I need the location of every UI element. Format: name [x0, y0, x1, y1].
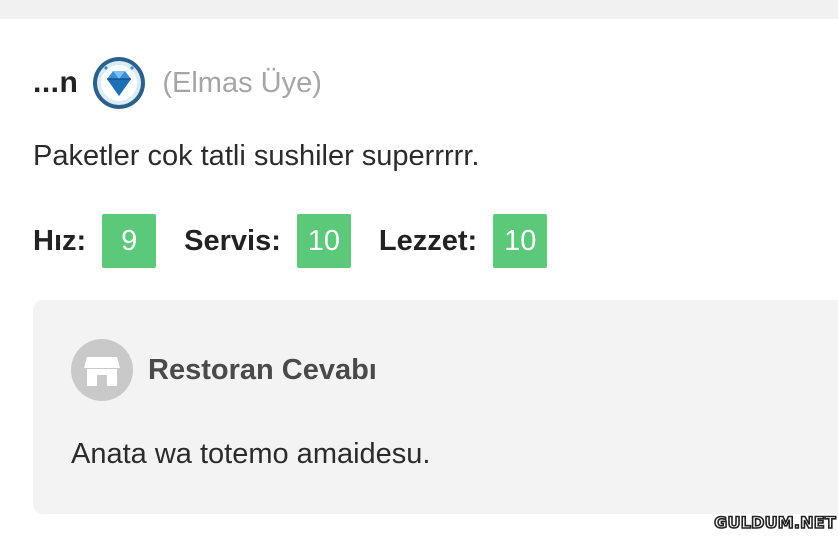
diamond-icon — [93, 57, 146, 109]
watermark-logo: GULDUM.NET — [713, 512, 836, 533]
reply-title: Restoran Cevabı — [148, 353, 377, 386]
review-comment: Paketler cok tatli sushiler superrrrr. — [33, 140, 480, 172]
rating-speed: Hız: 9 — [33, 214, 157, 268]
top-divider-strip — [0, 0, 838, 19]
restaurant-reply-box: Restoran Cevabı Anata wa totemo amaidesu… — [33, 300, 838, 514]
review-header: ...n (Elmas Üye) — [33, 56, 322, 110]
reply-text: Anata wa totemo amaidesu. — [71, 438, 431, 470]
ratings-row: Hız: 9 Servis: 10 Lezzet: 10 — [33, 214, 548, 268]
score-badge: 10 — [493, 214, 548, 268]
reply-header: Restoran Cevabı — [70, 337, 377, 403]
rating-label: Hız: — [33, 224, 87, 257]
score-badge: 9 — [102, 214, 157, 268]
rating-label: Lezzet: — [378, 224, 478, 257]
store-icon — [71, 339, 133, 401]
member-type: (Elmas Üye) — [162, 66, 322, 99]
rating-label: Servis: — [184, 224, 281, 257]
score-badge: 10 — [296, 214, 351, 268]
rating-taste: Lezzet: 10 — [378, 214, 548, 268]
user-name[interactable]: ...n — [33, 66, 78, 100]
rating-service: Servis: 10 — [184, 214, 351, 268]
